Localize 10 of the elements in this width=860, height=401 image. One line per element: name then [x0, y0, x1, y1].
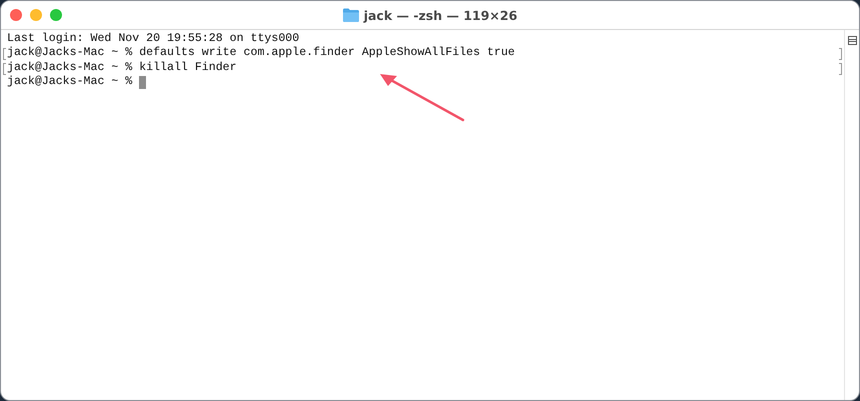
- zoom-button[interactable]: [50, 9, 62, 21]
- close-button[interactable]: [10, 9, 22, 21]
- terminal-line: jack@Jacks-Mac ~ % defaults write com.apple.finder AppleShowAllFiles true: [7, 46, 515, 61]
- minimize-button[interactable]: [30, 9, 42, 21]
- window-title: jack — -zsh — 119×26: [364, 8, 518, 22]
- split-pane-icon[interactable]: [848, 36, 856, 45]
- folder-icon: [342, 8, 359, 22]
- terminal-line: jack@Jacks-Mac ~ %: [7, 75, 132, 90]
- terminal-line: jack@Jacks-Mac ~ % killall Finder: [7, 60, 237, 76]
- terminal-line: Last login: Wed Nov 20 19:55:28 on ttys000: [7, 32, 300, 46]
